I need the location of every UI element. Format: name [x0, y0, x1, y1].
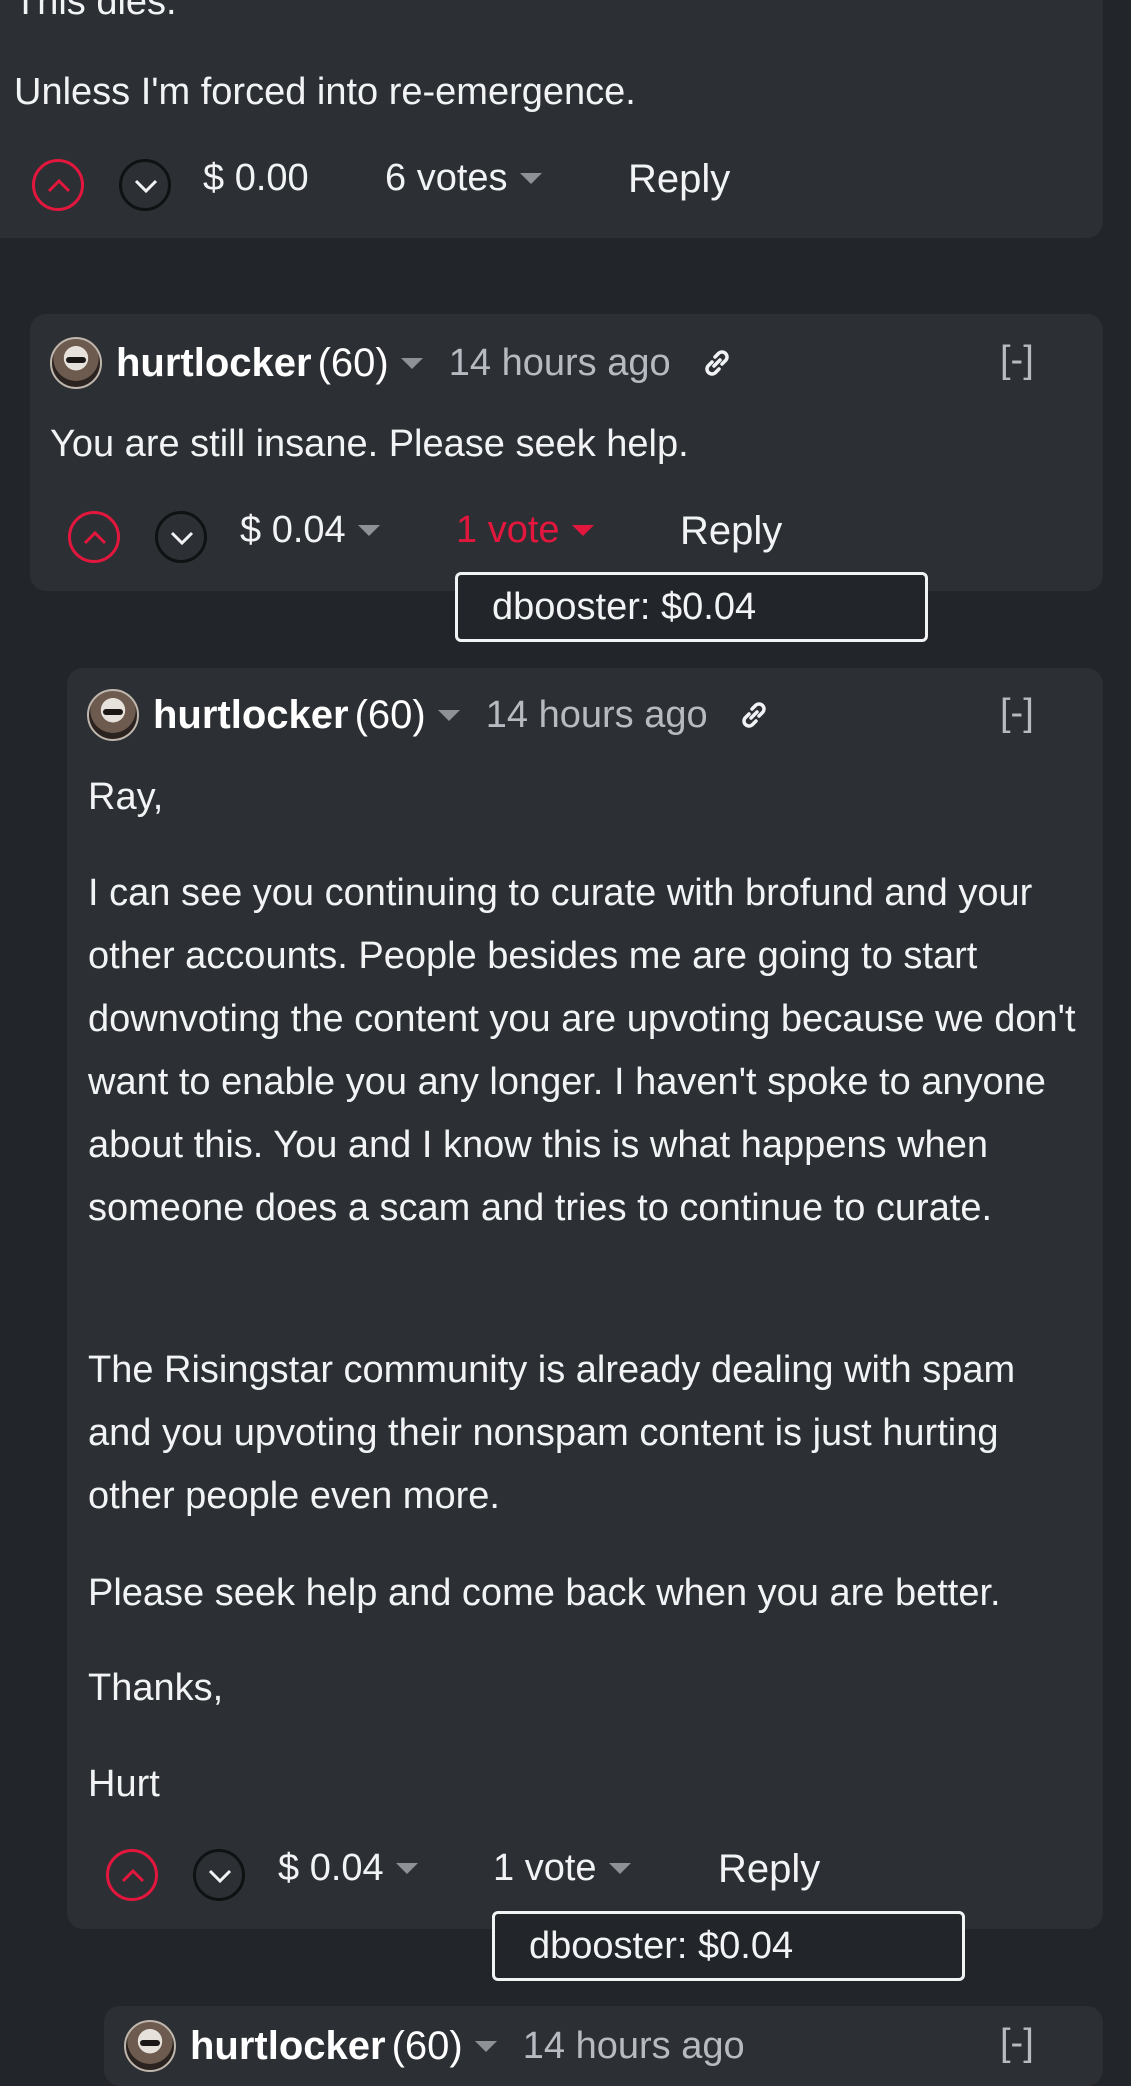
- downvote-icon: [134, 179, 158, 194]
- downvote-button[interactable]: [155, 511, 207, 563]
- author-reputation: (60): [391, 2023, 463, 2068]
- votes-dropdown[interactable]: 1 vote: [493, 1847, 631, 1890]
- author-reputation: (60): [354, 692, 426, 737]
- comment-card-top: This dies. Unless I'm forced into re-eme…: [0, 0, 1103, 238]
- reply-button[interactable]: Reply: [718, 1847, 820, 1892]
- caret-down-icon: [608, 1863, 631, 1874]
- caret-down-icon: [395, 1863, 418, 1874]
- comment-paragraph: Ray,: [88, 776, 164, 818]
- voter-entry: dbooster: $0.04: [529, 1924, 794, 1967]
- caret-down-icon: [571, 525, 594, 536]
- upvote-icon: [47, 178, 71, 193]
- avatar[interactable]: [124, 2020, 176, 2072]
- author-name[interactable]: hurtlocker: [153, 693, 349, 738]
- payout-dropdown[interactable]: $ 0.04: [278, 1847, 418, 1890]
- reply-button[interactable]: Reply: [680, 509, 782, 554]
- comment-header: hurtlocker (60) 14 hours ago: [124, 2016, 745, 2076]
- upvote-icon: [121, 1868, 145, 1883]
- timestamp[interactable]: 14 hours ago: [486, 694, 708, 737]
- avatar[interactable]: [87, 689, 139, 741]
- author-name[interactable]: hurtlocker: [190, 2024, 386, 2069]
- payout-amount: $ 0.04: [278, 1847, 384, 1889]
- comment-paragraph: The Risingstar community is already deal…: [88, 1349, 1016, 1517]
- author-name[interactable]: hurtlocker: [116, 341, 312, 386]
- votes-dropdown[interactable]: 6 votes: [385, 157, 542, 200]
- timestamp[interactable]: 14 hours ago: [523, 2025, 745, 2068]
- upvote-button[interactable]: [106, 1849, 158, 1901]
- payout-amount: $ 0.00: [203, 157, 309, 199]
- votes-count: 1 vote: [493, 1847, 597, 1889]
- downvote-button[interactable]: [193, 1849, 245, 1901]
- payout-value: $ 0.00: [203, 157, 309, 200]
- comment-header: hurtlocker (60) 14 hours ago: [87, 685, 772, 745]
- upvote-icon: [83, 530, 107, 545]
- collapse-toggle[interactable]: [-]: [1000, 2022, 1034, 2065]
- caret-down-icon: [357, 525, 380, 536]
- voter-entry: dbooster: $0.04: [492, 585, 757, 628]
- caret-down-icon[interactable]: [474, 2040, 497, 2052]
- voter-tooltip: dbooster: $0.04: [492, 1911, 965, 1981]
- downvote-icon: [208, 1869, 232, 1884]
- voter-tooltip: dbooster: $0.04: [455, 572, 928, 642]
- avatar[interactable]: [50, 337, 102, 389]
- comment-header: hurtlocker (60) 14 hours ago: [50, 333, 735, 393]
- comment-paragraph: Thanks,: [88, 1667, 224, 1709]
- comment-body: You are still insane. Please seek help.: [50, 423, 689, 465]
- caret-down-icon[interactable]: [437, 709, 460, 721]
- comment-body: Unless I'm forced into re-emergence.: [14, 71, 636, 113]
- votes-count: 1 vote: [456, 509, 560, 551]
- collapse-toggle[interactable]: [-]: [1000, 339, 1034, 382]
- comment-card-2: [67, 668, 1103, 1929]
- votes-count: 6 votes: [385, 157, 508, 199]
- comment-paragraph: Please seek help and come back when you …: [88, 1572, 1001, 1614]
- link-icon[interactable]: [699, 345, 735, 381]
- downvote-icon: [170, 531, 194, 546]
- reply-button[interactable]: Reply: [628, 157, 730, 202]
- payout-amount: $ 0.04: [240, 509, 346, 551]
- upvote-button[interactable]: [68, 511, 120, 563]
- comment-body-partial-line: This dies.: [14, 0, 177, 23]
- caret-down-icon[interactable]: [400, 357, 423, 369]
- collapse-toggle[interactable]: [-]: [1000, 692, 1034, 735]
- downvote-button[interactable]: [119, 159, 171, 211]
- votes-dropdown[interactable]: 1 vote: [456, 509, 594, 552]
- upvote-button[interactable]: [32, 159, 84, 211]
- payout-dropdown[interactable]: $ 0.04: [240, 509, 380, 552]
- author-reputation: (60): [317, 340, 389, 385]
- timestamp[interactable]: 14 hours ago: [449, 342, 671, 385]
- comment-paragraph: I can see you continuing to curate with …: [88, 872, 1076, 1229]
- comment-paragraph: Hurt: [88, 1763, 160, 1805]
- caret-down-icon: [519, 173, 542, 184]
- link-icon[interactable]: [736, 697, 772, 733]
